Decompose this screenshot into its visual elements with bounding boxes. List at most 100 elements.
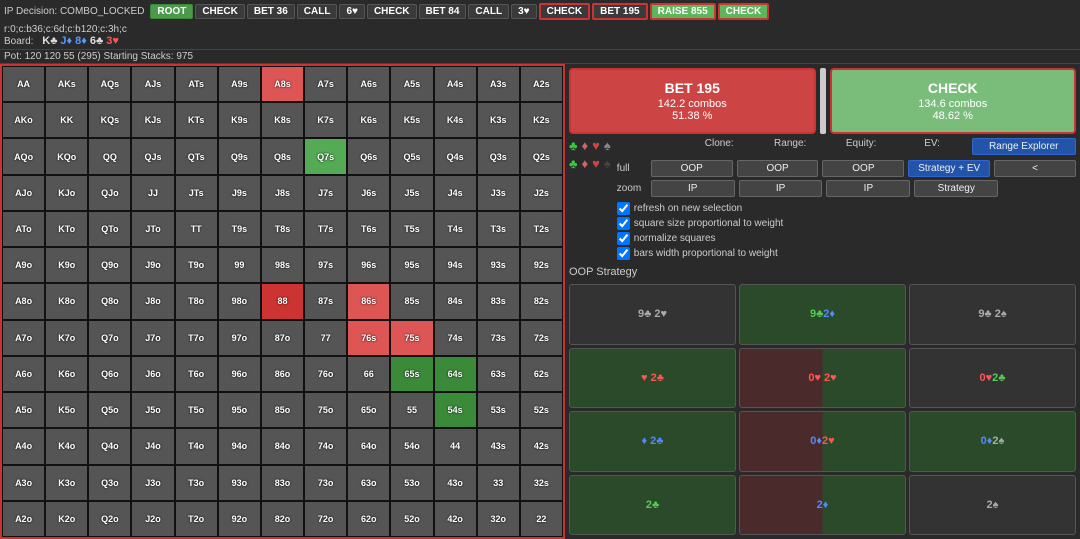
grid-cell-K3s[interactable]: K3s: [477, 102, 520, 138]
check-action[interactable]: CHECK 134.6 combos 48.62 %: [830, 68, 1077, 134]
grid-cell-53s[interactable]: 53s: [477, 392, 520, 428]
cb-refresh-input[interactable]: [617, 202, 630, 215]
grid-cell-83o[interactable]: 83o: [261, 465, 304, 501]
grid-cell-J9o[interactable]: J9o: [131, 247, 174, 283]
ip-btn-2[interactable]: IP: [739, 180, 823, 197]
grid-cell-64o[interactable]: 64o: [347, 428, 390, 464]
grid-cell-A3s[interactable]: A3s: [477, 66, 520, 102]
grid-cell-Q9o[interactable]: Q9o: [88, 247, 131, 283]
grid-cell-A5o[interactable]: A5o: [2, 392, 45, 428]
grid-cell-T5s[interactable]: T5s: [390, 211, 433, 247]
grid-cell-52s[interactable]: 52s: [520, 392, 563, 428]
card-2s[interactable]: 2♠: [909, 475, 1076, 536]
grid-cell-86o[interactable]: 86o: [261, 356, 304, 392]
grid-cell-32o[interactable]: 32o: [477, 501, 520, 537]
grid-cell-94o[interactable]: 94o: [218, 428, 261, 464]
grid-cell-KTo[interactable]: KTo: [45, 211, 88, 247]
grid-cell-J4o[interactable]: J4o: [131, 428, 174, 464]
grid-cell-63o[interactable]: 63o: [347, 465, 390, 501]
grid-cell-Q2s[interactable]: Q2s: [520, 138, 563, 174]
grid-cell-K2s[interactable]: K2s: [520, 102, 563, 138]
grid-cell-AA[interactable]: AA: [2, 66, 45, 102]
grid-cell-A9s[interactable]: A9s: [218, 66, 261, 102]
grid-cell-87s[interactable]: 87s: [304, 283, 347, 319]
nav-bet84-btn[interactable]: BET 84: [419, 4, 467, 19]
grid-cell-77[interactable]: 77: [304, 320, 347, 356]
grid-cell-KK[interactable]: KK: [45, 102, 88, 138]
grid-cell-96o[interactable]: 96o: [218, 356, 261, 392]
grid-cell-K6o[interactable]: K6o: [45, 356, 88, 392]
grid-cell-72s[interactable]: 72s: [520, 320, 563, 356]
grid-cell-33[interactable]: 33: [477, 465, 520, 501]
grid-cell-AKs[interactable]: AKs: [45, 66, 88, 102]
grid-cell-T9s[interactable]: T9s: [218, 211, 261, 247]
card-h-2c[interactable]: ♥ 2♣: [569, 348, 736, 409]
grid-cell-J8o[interactable]: J8o: [131, 283, 174, 319]
grid-cell-QQ[interactable]: QQ: [88, 138, 131, 174]
grid-cell-T9o[interactable]: T9o: [175, 247, 218, 283]
grid-cell-Q5o[interactable]: Q5o: [88, 392, 131, 428]
grid-cell-94s[interactable]: 94s: [434, 247, 477, 283]
grid-cell-82s[interactable]: 82s: [520, 283, 563, 319]
nav-root-btn[interactable]: ROOT: [150, 4, 193, 19]
nav-check-btn-4[interactable]: CHECK: [718, 3, 770, 20]
grid-cell-QJo[interactable]: QJo: [88, 175, 131, 211]
grid-cell-J2o[interactable]: J2o: [131, 501, 174, 537]
oop-btn-3[interactable]: OOP: [822, 160, 904, 177]
grid-cell-96s[interactable]: 96s: [347, 247, 390, 283]
grid-cell-75o[interactable]: 75o: [304, 392, 347, 428]
grid-cell-A7s[interactable]: A7s: [304, 66, 347, 102]
grid-cell-J6o[interactable]: J6o: [131, 356, 174, 392]
nav-check-btn-3[interactable]: CHECK: [539, 3, 591, 20]
grid-cell-K5o[interactable]: K5o: [45, 392, 88, 428]
grid-cell-95o[interactable]: 95o: [218, 392, 261, 428]
grid-cell-Q7o[interactable]: Q7o: [88, 320, 131, 356]
grid-cell-53o[interactable]: 53o: [390, 465, 433, 501]
grid-cell-54o[interactable]: 54o: [390, 428, 433, 464]
grid-cell-44[interactable]: 44: [434, 428, 477, 464]
grid-cell-76o[interactable]: 76o: [304, 356, 347, 392]
grid-cell-AQo[interactable]: AQo: [2, 138, 45, 174]
grid-cell-J2s[interactable]: J2s: [520, 175, 563, 211]
grid-cell-KJs[interactable]: KJs: [131, 102, 174, 138]
grid-cell-J9s[interactable]: J9s: [218, 175, 261, 211]
grid-cell-73s[interactable]: 73s: [477, 320, 520, 356]
cb-refresh[interactable]: refresh on new selection: [617, 202, 1076, 215]
cb-bars-width[interactable]: bars width proportional to weight: [617, 247, 1076, 260]
grid-cell-A8s[interactable]: A8s: [261, 66, 304, 102]
grid-cell-Q6o[interactable]: Q6o: [88, 356, 131, 392]
nav-bet36-btn[interactable]: BET 36: [247, 4, 295, 19]
grid-cell-T4s[interactable]: T4s: [434, 211, 477, 247]
nav-check-btn-1[interactable]: CHECK: [195, 4, 245, 19]
cb-normalize[interactable]: normalize squares: [617, 232, 1076, 245]
grid-cell-T8s[interactable]: T8s: [261, 211, 304, 247]
grid-cell-A6s[interactable]: A6s: [347, 66, 390, 102]
grid-cell-J3s[interactable]: J3s: [477, 175, 520, 211]
grid-cell-Q7s[interactable]: Q7s: [304, 138, 347, 174]
grid-cell-QTo[interactable]: QTo: [88, 211, 131, 247]
grid-cell-J5s[interactable]: J5s: [390, 175, 433, 211]
grid-cell-T2s[interactable]: T2s: [520, 211, 563, 247]
grid-cell-KJo[interactable]: KJo: [45, 175, 88, 211]
grid-cell-T4o[interactable]: T4o: [175, 428, 218, 464]
grid-cell-K7o[interactable]: K7o: [45, 320, 88, 356]
grid-cell-A8o[interactable]: A8o: [2, 283, 45, 319]
grid-cell-AQs[interactable]: AQs: [88, 66, 131, 102]
grid-cell-A4s[interactable]: A4s: [434, 66, 477, 102]
grid-cell-T6o[interactable]: T6o: [175, 356, 218, 392]
grid-cell-65o[interactable]: 65o: [347, 392, 390, 428]
grid-cell-A7o[interactable]: A7o: [2, 320, 45, 356]
grid-cell-92o[interactable]: 92o: [218, 501, 261, 537]
grid-cell-42s[interactable]: 42s: [520, 428, 563, 464]
strategy-btn[interactable]: Strategy: [914, 180, 998, 197]
grid-cell-52o[interactable]: 52o: [390, 501, 433, 537]
grid-cell-43o[interactable]: 43o: [434, 465, 477, 501]
grid-cell-97o[interactable]: 97o: [218, 320, 261, 356]
grid-cell-T5o[interactable]: T5o: [175, 392, 218, 428]
card-9c-2h[interactable]: 9♣ 2♥: [569, 284, 736, 345]
grid-cell-K8o[interactable]: K8o: [45, 283, 88, 319]
grid-cell-J6s[interactable]: J6s: [347, 175, 390, 211]
grid-cell-62s[interactable]: 62s: [520, 356, 563, 392]
grid-cell-55[interactable]: 55: [390, 392, 433, 428]
grid-cell-Q4o[interactable]: Q4o: [88, 428, 131, 464]
